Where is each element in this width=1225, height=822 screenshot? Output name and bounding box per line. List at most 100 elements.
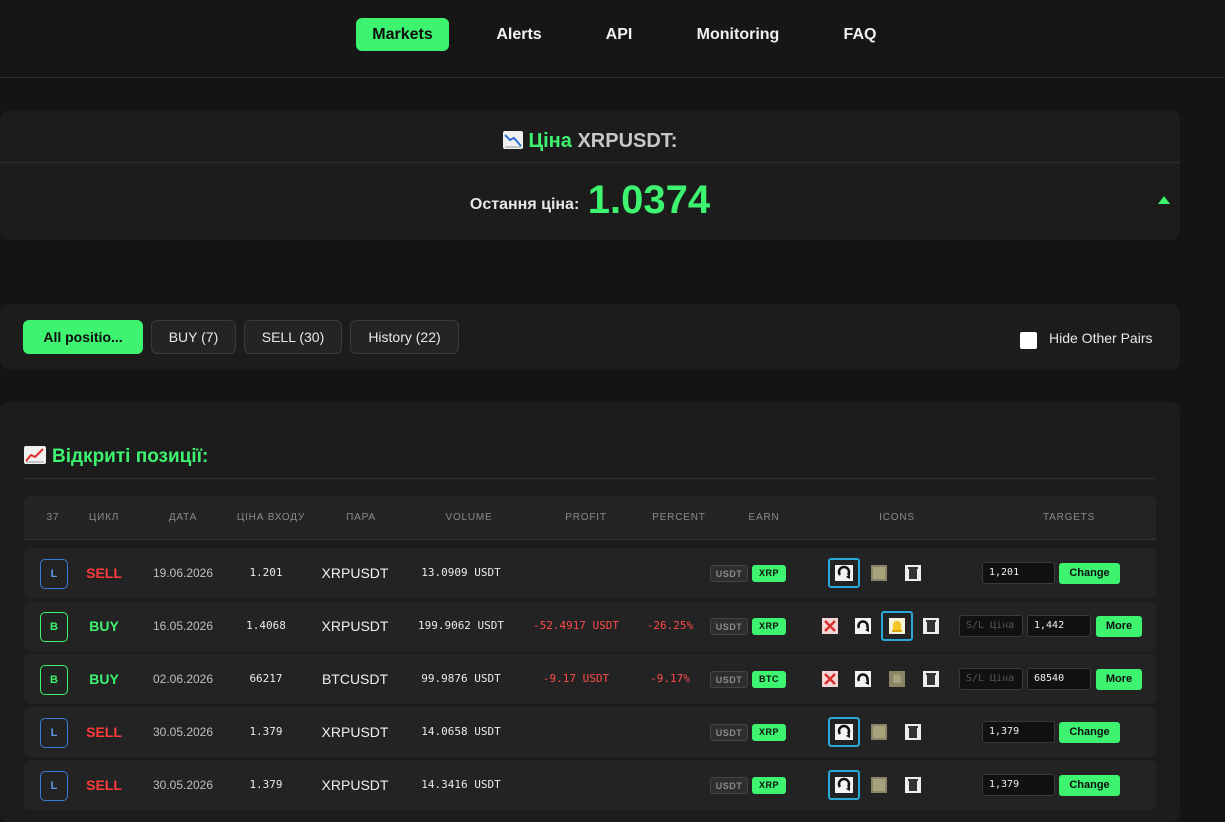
cycle-cell: BUY bbox=[89, 618, 119, 634]
earn-coin-tag[interactable]: XRP bbox=[752, 618, 786, 635]
refresh-icon[interactable] bbox=[828, 558, 860, 588]
percent-cell: -9.17% bbox=[650, 672, 690, 685]
date-cell: 30.05.2026 bbox=[152, 725, 214, 739]
col-volume: VOLUME bbox=[445, 512, 493, 523]
hide-other-pairs-label: Hide Other Pairs bbox=[1049, 330, 1153, 346]
target-input[interactable]: 1,442 bbox=[1027, 615, 1091, 637]
stop-loss-input[interactable]: S/L Ціна bbox=[959, 615, 1023, 637]
price-title-prefix: Ціна bbox=[528, 130, 572, 152]
volume-cell: 14.3416 USDT bbox=[421, 778, 501, 791]
nav-monitoring[interactable]: Monitoring bbox=[686, 18, 790, 51]
positions-title: Відкриті позиції: bbox=[24, 446, 208, 468]
target-input[interactable]: 68540 bbox=[1027, 668, 1091, 690]
profit-cell: -52.4917 USDT bbox=[532, 619, 620, 632]
box-icon[interactable] bbox=[868, 774, 890, 796]
col-pair: ПАРА bbox=[346, 512, 376, 523]
earn-coin-tag[interactable]: XRP bbox=[752, 777, 786, 794]
top-nav: Markets Alerts API Monitoring FAQ bbox=[0, 0, 1225, 78]
filter-all-button[interactable]: All positio... bbox=[23, 320, 143, 354]
last-price-label: Остання ціна: bbox=[469, 196, 580, 213]
change-button[interactable]: Change bbox=[1059, 775, 1120, 796]
filter-history-button[interactable]: History (22) bbox=[350, 320, 459, 354]
table-row: L SELL 30.05.2026 1.379 XRPUSDT 14.3416 … bbox=[24, 760, 1156, 810]
change-button[interactable]: Change bbox=[1059, 563, 1120, 584]
col-cycle: ЦИКЛ bbox=[88, 512, 120, 523]
side-badge: L bbox=[40, 718, 68, 748]
triangle-up-icon bbox=[1158, 196, 1170, 204]
trash-icon[interactable] bbox=[902, 562, 924, 584]
cycle-cell: SELL bbox=[86, 777, 122, 793]
trash-icon[interactable] bbox=[920, 668, 942, 690]
bell-icon[interactable] bbox=[886, 668, 908, 690]
date-cell: 30.05.2026 bbox=[152, 778, 214, 792]
target-input[interactable]: 1,379 bbox=[982, 721, 1055, 743]
volume-cell: 99.9876 USDT bbox=[421, 672, 501, 685]
entry-price-cell: 1.4068 bbox=[246, 619, 286, 632]
last-price-value: 1.0374 bbox=[587, 178, 711, 222]
earn-coin-tag[interactable]: XRP bbox=[752, 724, 786, 741]
date-cell: 02.06.2026 bbox=[152, 672, 214, 686]
box-icon[interactable] bbox=[868, 562, 890, 584]
col-percent: PERCENT bbox=[652, 512, 706, 523]
positions-title-text: Відкриті позиції: bbox=[52, 446, 209, 467]
col-icons: ICONS bbox=[879, 512, 915, 523]
trash-icon[interactable] bbox=[902, 721, 924, 743]
date-cell: 19.06.2026 bbox=[152, 566, 214, 580]
col-targets: TARGETS bbox=[1042, 512, 1096, 523]
earn-coin-tag[interactable]: XRP bbox=[752, 565, 786, 582]
cycle-cell: BUY bbox=[89, 671, 119, 687]
hide-other-pairs-checkbox[interactable] bbox=[1020, 332, 1037, 349]
trash-icon[interactable] bbox=[902, 774, 924, 796]
change-button[interactable]: Change bbox=[1059, 722, 1120, 743]
refresh-icon[interactable] bbox=[828, 717, 860, 747]
more-button[interactable]: More bbox=[1096, 669, 1142, 690]
entry-price-cell: 1.201 bbox=[249, 566, 283, 579]
earn-usdt-tag[interactable]: USDT bbox=[710, 565, 748, 582]
more-button[interactable]: More bbox=[1096, 616, 1142, 637]
filter-card: All positio... BUY (7) SELL (30) History… bbox=[0, 304, 1180, 370]
refresh-icon[interactable] bbox=[828, 770, 860, 800]
earn-usdt-tag[interactable]: USDT bbox=[710, 777, 748, 794]
refresh-icon[interactable] bbox=[852, 615, 874, 637]
box-icon[interactable] bbox=[868, 721, 890, 743]
nav-markets[interactable]: Markets bbox=[356, 18, 449, 51]
table-header: 37 ЦИКЛ ДАТА ЦІНА ВХОДУ ПАРА VOLUME PROF… bbox=[24, 496, 1156, 540]
chart-down-icon bbox=[502, 131, 523, 149]
table-row: B BUY 16.05.2026 1.4068 XRPUSDT 199.9062… bbox=[24, 601, 1156, 651]
nav-api[interactable]: API bbox=[596, 18, 642, 51]
date-cell: 16.05.2026 bbox=[152, 619, 214, 633]
side-badge: L bbox=[40, 771, 68, 801]
target-input[interactable]: 1,379 bbox=[982, 774, 1055, 796]
pair-cell: BTCUSDT bbox=[321, 671, 389, 687]
pair-cell: XRPUSDT bbox=[321, 777, 389, 793]
divider bbox=[0, 162, 1180, 163]
trash-icon[interactable] bbox=[920, 615, 942, 637]
divider bbox=[24, 478, 1156, 479]
pair-cell: XRPUSDT bbox=[321, 724, 389, 740]
stop-loss-input[interactable]: S/L Ціна bbox=[959, 668, 1023, 690]
entry-price-cell: 66217 bbox=[249, 672, 283, 685]
close-icon[interactable] bbox=[819, 615, 841, 637]
positions-card: Відкриті позиції: 37 ЦИКЛ ДАТА ЦІНА ВХОД… bbox=[0, 402, 1180, 822]
price-card: Ціна XRPUSDT: Остання ціна: 1.0374 bbox=[0, 110, 1180, 240]
earn-coin-tag[interactable]: BTC bbox=[752, 671, 786, 688]
earn-usdt-tag[interactable]: USDT bbox=[710, 671, 748, 688]
nav-faq[interactable]: FAQ bbox=[834, 18, 886, 51]
nav-alerts[interactable]: Alerts bbox=[486, 18, 552, 51]
side-badge: B bbox=[40, 612, 68, 642]
filter-sell-button[interactable]: SELL (30) bbox=[244, 320, 342, 354]
cycle-cell: SELL bbox=[86, 565, 122, 581]
refresh-icon[interactable] bbox=[852, 668, 874, 690]
target-input[interactable]: 1,201 bbox=[982, 562, 1055, 584]
entry-price-cell: 1.379 bbox=[249, 725, 283, 738]
cycle-cell: SELL bbox=[86, 724, 122, 740]
earn-usdt-tag[interactable]: USDT bbox=[710, 618, 748, 635]
bell-icon[interactable] bbox=[881, 611, 913, 641]
close-icon[interactable] bbox=[819, 668, 841, 690]
price-title: Ціна XRPUSDT: bbox=[0, 130, 1180, 153]
volume-cell: 199.9062 USDT bbox=[417, 619, 505, 632]
side-badge: B bbox=[40, 665, 68, 695]
profit-cell: -9.17 USDT bbox=[542, 672, 610, 685]
earn-usdt-tag[interactable]: USDT bbox=[710, 724, 748, 741]
filter-buy-button[interactable]: BUY (7) bbox=[151, 320, 236, 354]
